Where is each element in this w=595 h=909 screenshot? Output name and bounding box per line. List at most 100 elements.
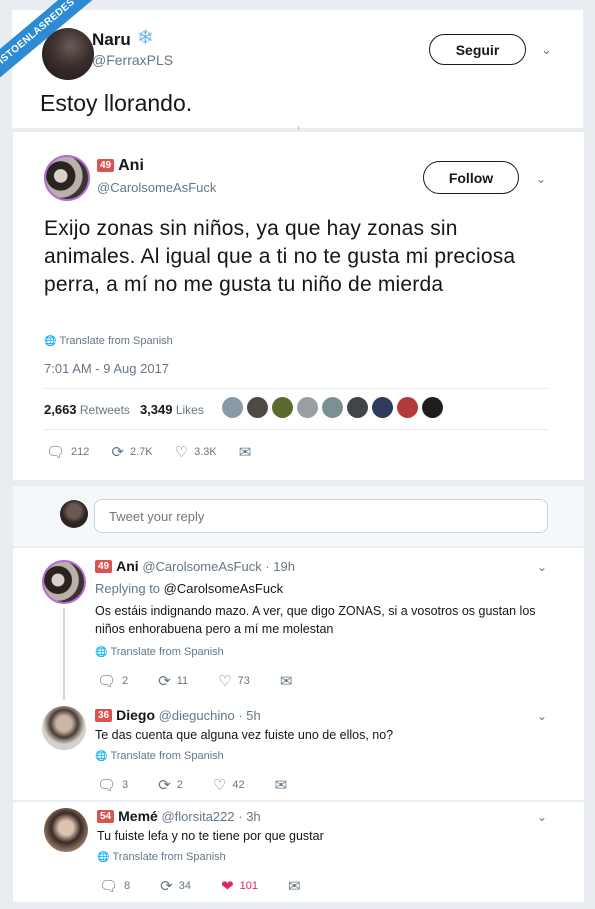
translate-label: Translate from Spanish <box>110 750 224 762</box>
avatar[interactable] <box>44 808 88 852</box>
retweet-button[interactable]: ⟳ 2.7K <box>111 443 152 461</box>
reply-button[interactable]: 🗨 212 <box>46 443 89 461</box>
avatar <box>60 500 88 528</box>
watermark-ribbon: VISTOENLASREDES <box>0 0 110 110</box>
avatar[interactable] <box>42 560 86 604</box>
reply-text: Tu fuiste lefa y no te tiene por que gus… <box>97 829 324 843</box>
message-button[interactable]: ✉ <box>239 443 258 461</box>
globe-icon: 🌐 <box>44 336 57 347</box>
message-button[interactable]: ✉ <box>275 776 294 794</box>
chevron-down-icon[interactable]: ⌄ <box>537 560 547 574</box>
translate-label: Translate from Spanish <box>59 335 173 347</box>
avatar[interactable] <box>372 397 393 418</box>
avatar[interactable] <box>397 397 418 418</box>
reply-tweet[interactable]: 49 Ani @CarolsomeAsFuck · 19h ⌄ Replying … <box>13 548 584 700</box>
like-button[interactable]: ♡ 3.3K <box>175 443 217 461</box>
reply-count: 3 <box>122 779 129 791</box>
reply-composer <box>13 486 584 546</box>
retweet-count: 11 <box>176 675 189 687</box>
reply-icon: 🗨 <box>46 444 66 461</box>
reply-button[interactable]: 🗨 8 <box>99 877 130 895</box>
retweets-label[interactable]: Retweets <box>80 403 130 417</box>
message-button[interactable]: ✉ <box>280 672 299 690</box>
follow-button[interactable]: Follow <box>423 161 519 194</box>
avatar[interactable] <box>297 397 318 418</box>
translate-link[interactable]: 🌐 Translate from Spanish <box>97 851 226 863</box>
author-handle[interactable]: @CarolsomeAsFuck <box>142 559 261 574</box>
like-count: 42 <box>232 779 245 791</box>
tweet-actions: 🗨 212 ⟳ 2.7K ♡ 3.3K ✉ <box>46 443 279 461</box>
divider <box>44 429 548 430</box>
avatar[interactable] <box>347 397 368 418</box>
chevron-down-icon[interactable]: ⌄ <box>537 810 547 824</box>
retweet-button[interactable]: ⟳ 11 <box>158 672 188 690</box>
reply-time[interactable]: · 5h <box>238 708 260 723</box>
retweet-button[interactable]: ⟳ 34 <box>160 877 191 895</box>
author-name[interactable]: Diego <box>116 707 155 723</box>
divider <box>44 388 548 389</box>
retweet-count: 2 <box>176 779 183 791</box>
avatar[interactable] <box>272 397 293 418</box>
author-name[interactable]: 49 Ani <box>97 157 144 175</box>
author-handle[interactable]: @florsita222 <box>161 809 234 824</box>
avatar[interactable] <box>422 397 443 418</box>
globe-icon: 🌐 <box>95 751 108 762</box>
reply-icon: 🗨 <box>99 878 119 895</box>
reply-time[interactable]: · 19h <box>265 559 295 574</box>
avatar[interactable] <box>222 397 243 418</box>
likers-avatars <box>222 397 443 418</box>
retweet-icon: ⟳ <box>158 777 171 794</box>
translate-link[interactable]: 🌐 Translate from Spanish <box>44 335 173 347</box>
chevron-down-icon[interactable]: ⌄ <box>537 709 547 723</box>
avatar[interactable] <box>42 706 86 750</box>
author-name-text: Ani <box>118 157 144 174</box>
reply-tweet[interactable]: 54 Memé @florsita222 · 3h ⌄ Tu fuiste lef… <box>13 802 584 902</box>
reply-time[interactable]: · 3h <box>238 809 260 824</box>
like-button[interactable]: ♡ 73 <box>218 672 250 690</box>
translate-link[interactable]: 🌐 Translate from Spanish <box>95 646 224 658</box>
chevron-down-icon[interactable]: ⌄ <box>541 42 552 58</box>
heart-icon: ♡ <box>174 444 189 461</box>
reply-button[interactable]: 🗨 2 <box>97 672 128 690</box>
avatar[interactable] <box>322 397 343 418</box>
avatar[interactable] <box>247 397 268 418</box>
reply-count: 2 <box>122 675 129 687</box>
retweets-count[interactable]: 2,663 <box>44 402 77 417</box>
like-button[interactable]: ❤ 101 <box>221 877 258 895</box>
author-handle[interactable]: @dieguchino <box>159 708 235 723</box>
chevron-down-icon[interactable]: ⌄ <box>536 172 546 186</box>
tweet-text: Exijo zonas sin niños, ya que hay zonas … <box>44 217 516 296</box>
heart-icon: ♡ <box>212 777 227 794</box>
retweet-icon: ⟳ <box>160 878 173 895</box>
reply-header: 49 Ani @CarolsomeAsFuck · 19h <box>95 558 295 574</box>
retweet-button[interactable]: ⟳ 2 <box>158 776 183 794</box>
reply-count: 212 <box>71 446 90 458</box>
reply-tweet[interactable]: 36 Diego @dieguchino · 5h ⌄ Te das cuenta… <box>13 700 584 800</box>
reply-input[interactable] <box>94 499 548 533</box>
likes-label[interactable]: Likes <box>176 403 204 417</box>
thread-line <box>63 608 65 700</box>
author-handle[interactable]: @CarolsomeAsFuck <box>97 180 216 195</box>
timestamp[interactable]: 7:01 AM - 9 Aug 2017 <box>44 361 169 376</box>
likes-count[interactable]: 3,349 <box>140 402 173 417</box>
author-name[interactable]: Ani <box>116 558 139 574</box>
envelope-icon: ✉ <box>279 673 293 690</box>
page: VISTOENLASREDES Naru ❄ @FerraxPLS Seguir… <box>0 0 595 909</box>
author-name[interactable]: Memé <box>118 808 158 824</box>
translate-label: Translate from Spanish <box>112 851 226 863</box>
replying-handle[interactable]: @CarolsomeAsFuck <box>164 581 283 596</box>
reply-button[interactable]: 🗨 3 <box>97 776 128 794</box>
like-button[interactable]: ♡ 42 <box>213 776 245 794</box>
replying-to: Replying to @CarolsomeAsFuck <box>95 581 283 596</box>
message-button[interactable]: ✉ <box>288 877 307 895</box>
reply-icon: 🗨 <box>97 777 117 794</box>
avatar[interactable] <box>44 155 90 201</box>
like-count: 101 <box>239 880 258 892</box>
translate-label: Translate from Spanish <box>110 646 224 658</box>
follow-button[interactable]: Seguir <box>429 34 526 65</box>
translate-link[interactable]: 🌐 Translate from Spanish <box>95 750 224 762</box>
reply-actions: 🗨 3 ⟳ 2 ♡ 42 ✉ <box>97 776 315 794</box>
snowflake-icon: ❄ <box>137 27 154 49</box>
envelope-icon: ✉ <box>274 777 288 794</box>
reply-icon: 🗨 <box>97 673 117 690</box>
